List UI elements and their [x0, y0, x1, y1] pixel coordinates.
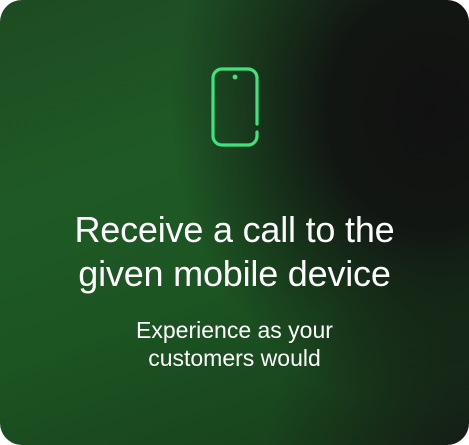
mobile-phone-icon	[211, 67, 259, 147]
card-title: Receive a call to the given mobile devic…	[0, 208, 469, 296]
card-title-line-2: given mobile device	[78, 253, 391, 294]
card-subtitle-line-2: customers would	[148, 345, 321, 371]
card-title-line-1: Receive a call to the	[74, 209, 395, 250]
receive-call-card[interactable]: Receive a call to the given mobile devic…	[0, 0, 469, 445]
card-subtitle-line-1: Experience as your	[136, 317, 333, 343]
card-subtitle: Experience as your customers would	[0, 316, 469, 372]
